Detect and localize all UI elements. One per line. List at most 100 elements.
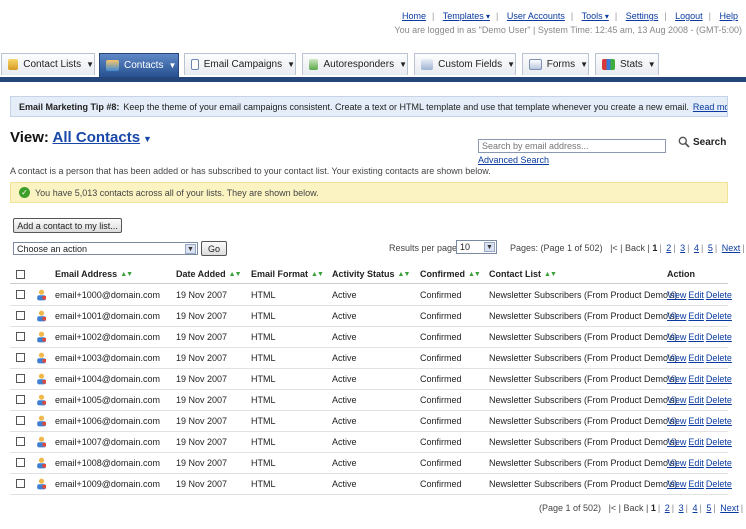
read-more-link[interactable]: Read more...	[693, 102, 727, 112]
view-link[interactable]: View	[667, 290, 686, 300]
settings-link[interactable]: Settings	[626, 11, 659, 21]
chevron-down-icon: ▼	[484, 242, 495, 252]
table-row: email+1008@domain.com 19 Nov 2007 HTML Acti…	[10, 452, 732, 474]
next-page-link[interactable]: Next	[722, 243, 741, 253]
row-checkbox[interactable]	[16, 458, 25, 467]
row-checkbox[interactable]	[16, 353, 25, 362]
view-link[interactable]: View	[667, 437, 686, 447]
view-link[interactable]: View	[667, 479, 686, 489]
advanced-search-link[interactable]: Advanced Search	[478, 155, 549, 165]
edit-link[interactable]: Edit	[688, 332, 704, 342]
row-actions: View Edit Delete	[667, 347, 734, 368]
row-checkbox[interactable]	[16, 416, 25, 425]
view-link[interactable]: View	[667, 353, 686, 363]
delete-link[interactable]: Delete	[706, 416, 732, 426]
tab-stats[interactable]: Stats ▼	[595, 53, 659, 75]
sort-arrows-icon[interactable]: ▲▼	[398, 271, 411, 278]
templates-menu[interactable]: Templates	[443, 11, 490, 21]
page-3-link[interactable]: 3	[679, 503, 684, 513]
column-contact-list[interactable]: Contact List ▲▼	[489, 265, 557, 283]
date-added-cell: 19 Nov 2007	[176, 289, 228, 300]
row-checkbox[interactable]	[16, 479, 25, 488]
page-2-link[interactable]: 2	[665, 503, 670, 513]
view-link[interactable]: View	[667, 374, 686, 384]
column-date-added[interactable]: Date Added ▲▼	[176, 265, 242, 283]
tab-custom-fields[interactable]: Custom Fields ▼	[414, 53, 516, 75]
delete-link[interactable]: Delete	[706, 437, 732, 447]
search-button[interactable]: Search	[678, 136, 726, 148]
delete-link[interactable]: Delete	[706, 458, 732, 468]
page-1-current: 1	[652, 243, 658, 253]
row-checkbox[interactable]	[16, 311, 25, 320]
column-email-address[interactable]: Email Address ▲▼	[55, 265, 133, 283]
page-5-link[interactable]: 5	[706, 503, 711, 513]
column-confirmed[interactable]: Confirmed ▲▼	[420, 265, 481, 283]
delete-link[interactable]: Delete	[706, 290, 732, 300]
contact-user-icon	[37, 289, 46, 300]
page-4-link[interactable]: 4	[694, 243, 699, 253]
row-checkbox[interactable]	[16, 332, 25, 341]
results-per-page-select[interactable]: 10 ▼	[456, 240, 497, 254]
sort-arrows-icon[interactable]: ▲▼	[120, 271, 133, 278]
tab-contacts[interactable]: Contacts ▼	[99, 53, 179, 77]
view-link[interactable]: View	[667, 416, 686, 426]
tools-menu[interactable]: Tools	[582, 11, 609, 21]
edit-link[interactable]: Edit	[688, 479, 704, 489]
view-link[interactable]: View	[667, 332, 686, 342]
edit-link[interactable]: Edit	[688, 374, 704, 384]
edit-link[interactable]: Edit	[688, 290, 704, 300]
tab-email-campaigns[interactable]: Email Campaigns ▼	[184, 53, 296, 75]
delete-link[interactable]: Delete	[706, 479, 732, 489]
delete-link[interactable]: Delete	[706, 374, 732, 384]
page-4-link[interactable]: 4	[692, 503, 697, 513]
edit-link[interactable]: Edit	[688, 395, 704, 405]
sort-arrows-icon[interactable]: ▲▼	[468, 271, 481, 278]
view-selector-link[interactable]: All Contacts	[53, 129, 141, 146]
delete-link[interactable]: Delete	[706, 332, 732, 342]
edit-link[interactable]: Edit	[688, 416, 704, 426]
sort-arrows-icon[interactable]: ▲▼	[311, 271, 324, 278]
autoresponders-icon	[309, 59, 319, 70]
go-button[interactable]: Go	[201, 241, 227, 256]
sort-arrows-icon[interactable]: ▲▼	[544, 271, 557, 278]
edit-link[interactable]: Edit	[688, 311, 704, 321]
row-checkbox[interactable]	[16, 290, 25, 299]
user-accounts-link[interactable]: User Accounts	[507, 11, 565, 21]
column-activity-status[interactable]: Activity Status ▲▼	[332, 265, 411, 283]
tab-contact-lists[interactable]: Contact Lists ▼	[1, 53, 95, 75]
forms-icon	[529, 59, 542, 70]
page-3-link[interactable]: 3	[680, 243, 685, 253]
contact-user-icon	[37, 310, 46, 321]
column-email-format[interactable]: Email Format ▲▼	[251, 265, 324, 283]
tab-forms[interactable]: Forms ▼	[522, 53, 589, 75]
row-checkbox[interactable]	[16, 374, 25, 383]
row-checkbox[interactable]	[16, 395, 25, 404]
help-link[interactable]: Help	[719, 11, 738, 21]
first-back-links[interactable]: |< | Back |	[609, 503, 649, 513]
edit-link[interactable]: Edit	[688, 353, 704, 363]
edit-link[interactable]: Edit	[688, 458, 704, 468]
tab-autoresponders[interactable]: Autoresponders ▼	[302, 53, 408, 75]
table-row: email+1002@domain.com 19 Nov 2007 HTML Acti…	[10, 326, 732, 348]
home-link[interactable]: Home	[402, 11, 426, 21]
bulk-action-select[interactable]: Choose an action ▼	[13, 242, 198, 255]
first-back-links[interactable]: |< | Back |	[610, 243, 650, 253]
logout-link[interactable]: Logout	[675, 11, 703, 21]
page-5-link[interactable]: 5	[708, 243, 713, 253]
contact-list-cell: Newsletter Subscribers (From Product Dem…	[489, 436, 678, 447]
select-all-checkbox[interactable]	[16, 269, 25, 279]
sort-arrows-icon[interactable]: ▲▼	[229, 271, 242, 278]
email-format-cell: HTML	[251, 457, 276, 468]
view-link[interactable]: View	[667, 311, 686, 321]
next-page-link[interactable]: Next	[720, 503, 739, 513]
view-link[interactable]: View	[667, 395, 686, 405]
add-contact-button[interactable]: Add a contact to my list...	[13, 218, 122, 233]
search-input[interactable]	[478, 139, 666, 153]
edit-link[interactable]: Edit	[688, 437, 704, 447]
delete-link[interactable]: Delete	[706, 353, 732, 363]
delete-link[interactable]: Delete	[706, 311, 732, 321]
view-link[interactable]: View	[667, 458, 686, 468]
page-2-link[interactable]: 2	[666, 243, 671, 253]
row-checkbox[interactable]	[16, 437, 25, 446]
delete-link[interactable]: Delete	[706, 395, 732, 405]
